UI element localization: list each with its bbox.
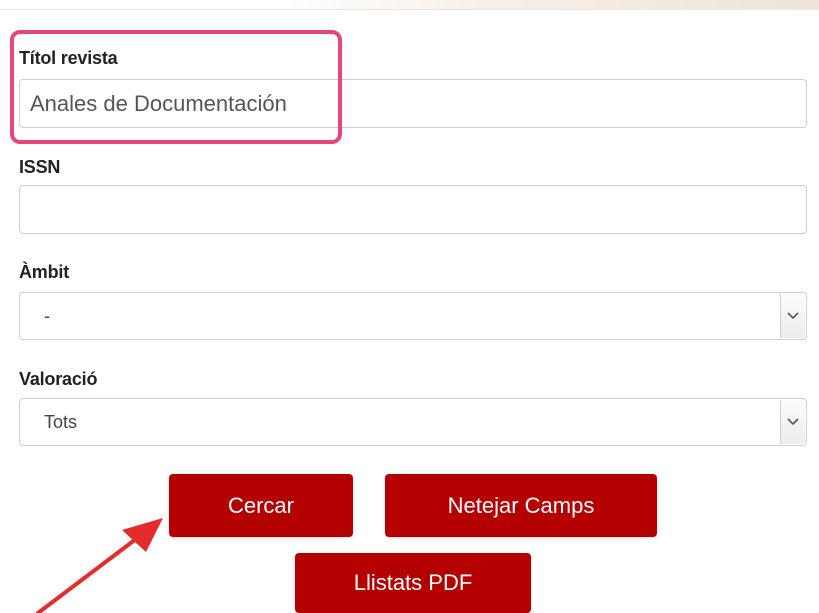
chevron-down-icon[interactable] bbox=[780, 400, 805, 444]
header-edge bbox=[0, 0, 819, 10]
valoracio-label: Valoració bbox=[19, 369, 98, 389]
valoracio-selected-value: Tots bbox=[44, 411, 78, 432]
title-input[interactable] bbox=[19, 79, 807, 128]
clear-fields-button[interactable]: Netejar Camps bbox=[385, 474, 657, 537]
issn-input[interactable] bbox=[19, 185, 807, 234]
pdf-lists-button[interactable]: Llistats PDF bbox=[295, 553, 531, 613]
valoracio-select[interactable]: Tots bbox=[19, 398, 807, 446]
ambit-select[interactable]: - bbox=[19, 292, 807, 340]
title-label: Títol revista bbox=[19, 48, 118, 68]
ambit-label: Àmbit bbox=[19, 262, 69, 282]
chevron-down-icon[interactable] bbox=[780, 294, 805, 338]
issn-label: ISSN bbox=[19, 157, 61, 177]
search-button[interactable]: Cercar bbox=[169, 474, 353, 537]
ambit-selected-value: - bbox=[44, 305, 50, 326]
